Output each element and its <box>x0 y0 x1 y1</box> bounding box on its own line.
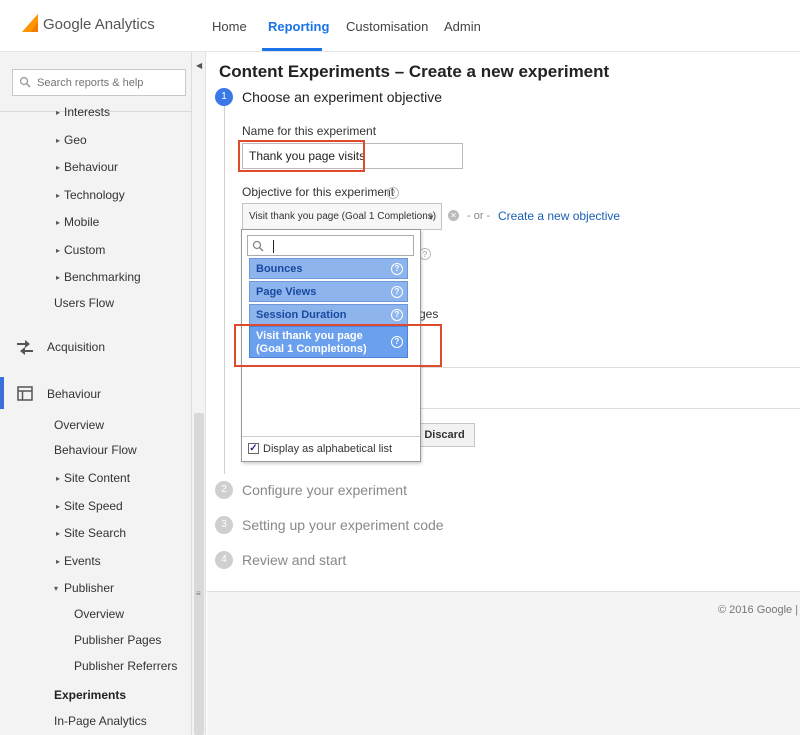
help-icon[interactable]: ? <box>391 309 403 321</box>
collapse-arrow-icon: ▾ <box>54 584 59 593</box>
sidebar-item-publisher-pages[interactable]: Publisher Pages <box>74 633 161 647</box>
experiment-name-label: Name for this experiment <box>242 124 377 138</box>
step-3-title[interactable]: Setting up your experiment code <box>242 517 444 533</box>
expand-arrow-icon: ▸ <box>56 246 61 255</box>
sidebar-scrollbar[interactable] <box>194 413 204 735</box>
step-timeline <box>224 104 225 474</box>
acquisition-icon <box>17 340 33 355</box>
sidebar-item-publisher[interactable]: ▾ Publisher <box>54 581 114 595</box>
clear-icon[interactable]: ✕ <box>448 210 459 221</box>
active-tab-indicator <box>262 48 322 51</box>
scroll-grip-icon: ≡ <box>196 589 201 598</box>
step-4-indicator: 4 <box>215 551 233 569</box>
section-divider <box>420 408 800 409</box>
objective-option-bounces[interactable]: Bounces ? <box>249 258 408 279</box>
option-annotation-highlight <box>234 324 442 367</box>
page-title: Content Experiments – Create a new exper… <box>219 62 610 81</box>
sidebar-section-acquisition[interactable]: Acquisition <box>47 340 105 354</box>
active-section-indicator <box>0 377 4 409</box>
expand-arrow-icon: ▸ <box>56 191 61 200</box>
sidebar-item-behaviour-audience[interactable]: ▸ Behaviour <box>56 160 118 174</box>
expand-arrow-icon: ▸ <box>56 502 61 511</box>
sidebar-item-technology[interactable]: ▸ Technology <box>56 188 125 202</box>
expand-arrow-icon: ▸ <box>56 474 61 483</box>
expand-arrow-icon: ▸ <box>56 557 61 566</box>
expand-arrow-icon: ▸ <box>56 273 61 282</box>
sidebar-item-behaviour-flow[interactable]: Behaviour Flow <box>54 443 137 457</box>
help-icon[interactable]: ? <box>391 263 403 275</box>
collapse-sidebar-icon[interactable]: ◀ <box>196 61 202 70</box>
expand-arrow-icon: ▸ <box>56 163 61 172</box>
expand-arrow-icon: ▸ <box>56 136 61 145</box>
sidebar-item-custom[interactable]: ▸ Custom <box>56 243 105 257</box>
nav-admin[interactable]: Admin <box>444 19 481 34</box>
analytics-logo-icon[interactable] <box>22 14 38 32</box>
behaviour-icon <box>17 386 33 401</box>
sidebar-item-geo[interactable]: ▸ Geo <box>56 133 87 147</box>
alphabetical-checkbox-icon[interactable]: ✓ <box>248 443 259 454</box>
search-box[interactable] <box>12 69 186 96</box>
sidebar-item-publisher-referrers[interactable]: Publisher Referrers <box>74 659 177 673</box>
sidebar-item-events[interactable]: ▸ Events <box>56 554 101 568</box>
brand-name[interactable]: Google Analytics <box>43 16 155 33</box>
obscured-text: ges <box>419 307 439 321</box>
dropdown-search-box[interactable] <box>247 235 414 256</box>
alphabetical-label[interactable]: Display as alphabetical list <box>263 443 392 455</box>
search-input[interactable] <box>35 75 183 91</box>
sidebar: ▸Interests ▸Geo ▸Behaviour ▸Technology ▸… <box>0 52 192 735</box>
step-4-title[interactable]: Review and start <box>242 552 346 568</box>
create-objective-link[interactable]: Create a new objective <box>498 209 620 223</box>
sidebar-item-interests[interactable]: ▸ Interests <box>56 105 110 119</box>
sidebar-item-mobile[interactable]: ▸ Mobile <box>56 215 99 229</box>
search-icon <box>252 240 264 252</box>
dropdown-footer-divider <box>242 436 420 437</box>
expand-arrow-icon: ▸ <box>56 529 61 538</box>
copyright-text: © 2016 Google | <box>718 604 799 616</box>
sidebar-item-site-speed[interactable]: ▸ Site Speed <box>56 499 123 513</box>
nav-reporting[interactable]: Reporting <box>268 19 329 34</box>
top-bar: Google Analytics Home Reporting Customis… <box>0 0 800 52</box>
step-1-title: Choose an experiment objective <box>242 89 443 105</box>
nav-home[interactable]: Home <box>212 19 247 34</box>
sidebar-item-site-search[interactable]: ▸ Site Search <box>56 526 126 540</box>
sidebar-item-site-content[interactable]: ▸ Site Content <box>56 471 130 485</box>
sidebar-item-in-page-analytics[interactable]: In-Page Analytics <box>54 714 147 728</box>
or-separator: - or - <box>467 210 491 222</box>
sidebar-item-overview[interactable]: Overview <box>54 418 104 432</box>
help-icon[interactable]: ? <box>391 286 403 298</box>
footer <box>207 592 800 735</box>
objective-label: Objective for this experiment <box>242 185 395 199</box>
sidebar-item-experiments[interactable]: Experiments <box>54 688 126 702</box>
objective-option-session-duration[interactable]: Session Duration ? <box>249 304 408 325</box>
step-2-indicator: 2 <box>215 481 233 499</box>
help-icon[interactable]: ? <box>387 187 399 199</box>
sidebar-section-behaviour[interactable]: Behaviour <box>47 387 101 401</box>
objective-option-page-views[interactable]: Page Views ? <box>249 281 408 302</box>
objective-select[interactable]: Visit thank you page (Goal 1 Completions… <box>242 203 442 230</box>
step-1-indicator: 1 <box>215 88 233 106</box>
sidebar-item-benchmarking[interactable]: ▸ Benchmarking <box>56 270 141 284</box>
search-icon <box>19 76 31 88</box>
discard-button[interactable]: Discard <box>414 423 475 447</box>
dropdown-search-input[interactable] <box>267 238 407 253</box>
sidebar-item-publisher-overview[interactable]: Overview <box>74 607 124 621</box>
dropdown-caret-icon: ▼ <box>427 213 435 222</box>
nav-customisation[interactable]: Customisation <box>346 19 428 34</box>
step-3-indicator: 3 <box>215 516 233 534</box>
expand-arrow-icon: ▸ <box>56 108 61 117</box>
section-divider <box>420 367 800 368</box>
sidebar-item-users-flow[interactable]: Users Flow <box>54 296 114 310</box>
expand-arrow-icon: ▸ <box>56 218 61 227</box>
name-annotation-highlight <box>238 140 365 172</box>
objective-selected-value: Visit thank you page (Goal 1 Completions… <box>249 211 437 222</box>
step-2-title[interactable]: Configure your experiment <box>242 482 407 498</box>
